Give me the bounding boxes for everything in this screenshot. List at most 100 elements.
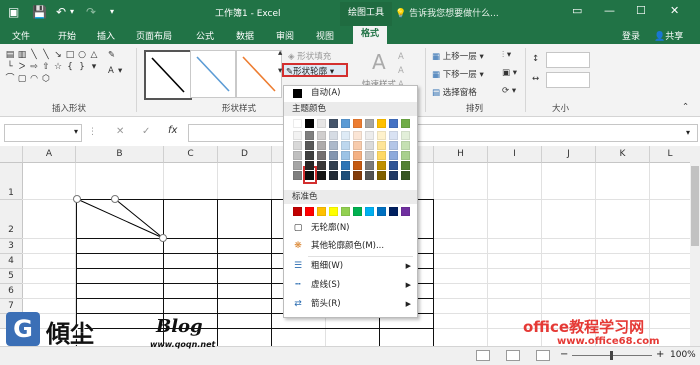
shape-star-icon[interactable]: ☆	[52, 61, 64, 73]
menu-item-dashes[interactable]: ┅ 虚线(S) ▶	[284, 277, 417, 294]
shape-style-black[interactable]	[144, 50, 192, 100]
menu-item-arrows[interactable]: ⇄ 箭头(R) ▶	[284, 296, 417, 313]
theme-color-swatch[interactable]	[353, 131, 362, 140]
theme-color-swatch[interactable]	[341, 131, 350, 140]
theme-color-swatch[interactable]	[365, 171, 374, 180]
menu-item-more-colors[interactable]: ❋ 其他轮廓颜色(M)...	[284, 238, 417, 255]
theme-color-swatch[interactable]	[389, 131, 398, 140]
standard-color-swatch[interactable]	[329, 207, 338, 216]
shape-right-arrow-icon[interactable]: ⇨	[28, 61, 40, 73]
theme-color-swatch[interactable]	[401, 119, 410, 128]
login-link[interactable]: 登录	[622, 29, 640, 42]
tab-view[interactable]: 视图	[316, 29, 334, 42]
shape-textbox-icon[interactable]: ▤	[4, 49, 16, 61]
theme-color-swatch[interactable]	[377, 151, 386, 160]
theme-color-swatch[interactable]	[329, 141, 338, 150]
customize-qat-icon[interactable]: ▾	[110, 4, 114, 20]
edit-shape-icon[interactable]: ✎	[108, 50, 115, 60]
name-box[interactable]: ▾	[4, 124, 82, 142]
theme-color-swatch[interactable]	[389, 141, 398, 150]
diagonal-line-2[interactable]	[114, 198, 164, 239]
theme-color-swatch[interactable]	[341, 141, 350, 150]
shape-up-arrow-icon[interactable]: ⇧	[40, 61, 52, 73]
shape-curve-icon[interactable]: ⌒	[4, 73, 16, 85]
insert-function-icon[interactable]: fx	[168, 125, 177, 136]
normal-view-icon[interactable]	[476, 350, 490, 361]
theme-color-swatch[interactable]	[377, 141, 386, 150]
shape-ellipse-icon[interactable]: ○	[76, 49, 88, 61]
standard-color-swatch[interactable]	[317, 207, 326, 216]
theme-color-swatch[interactable]	[305, 141, 314, 150]
minimize-icon[interactable]: —	[604, 4, 615, 17]
shape-rounded-rect-icon[interactable]: ▢	[16, 73, 28, 85]
theme-color-swatch[interactable]	[377, 171, 386, 180]
shape-zigzag-icon[interactable]: ᐳ	[16, 61, 28, 73]
tab-home[interactable]: 开始	[58, 29, 76, 42]
shape-handle[interactable]	[159, 234, 167, 242]
style-scroll-up-icon[interactable]: ▴	[278, 48, 282, 58]
diagonal-line-1[interactable]	[76, 198, 164, 239]
rotate-icon[interactable]: ⟳ ▾	[502, 86, 516, 96]
theme-color-swatch[interactable]	[389, 171, 398, 180]
theme-color-swatch[interactable]	[329, 131, 338, 140]
shape-handle[interactable]	[111, 195, 119, 203]
wordart-a-icon[interactable]: A	[372, 50, 386, 74]
standard-color-swatch[interactable]	[353, 207, 362, 216]
theme-color-swatch[interactable]	[317, 171, 326, 180]
tab-formulas[interactable]: 公式	[196, 29, 214, 42]
theme-color-swatch[interactable]	[401, 151, 410, 160]
tab-review[interactable]: 审阅	[276, 29, 294, 42]
undo-icon[interactable]: ↶	[56, 4, 66, 20]
theme-color-swatch[interactable]	[305, 161, 314, 170]
shape-arrow-icon[interactable]: ↘	[52, 49, 64, 61]
theme-color-swatch[interactable]	[329, 171, 338, 180]
theme-color-swatch[interactable]	[389, 119, 398, 128]
tab-format[interactable]: 格式	[353, 26, 387, 44]
standard-color-swatch[interactable]	[305, 207, 314, 216]
shape-handle[interactable]	[73, 195, 81, 203]
theme-color-swatch[interactable]	[317, 161, 326, 170]
close-icon[interactable]: ✕	[670, 4, 679, 17]
shape-more-icon[interactable]: ▾	[88, 61, 100, 73]
theme-color-swatch[interactable]	[401, 161, 410, 170]
shape-style-orange[interactable]	[236, 50, 282, 98]
theme-color-swatch[interactable]	[305, 151, 314, 160]
bring-forward-button[interactable]: ▦ 上移一层 ▾	[432, 50, 484, 62]
collapse-ribbon-icon[interactable]: ⌃	[682, 102, 689, 112]
shape-hexagon-icon[interactable]: ⬡	[40, 73, 52, 85]
standard-color-swatch[interactable]	[389, 207, 398, 216]
theme-color-swatch[interactable]	[353, 171, 362, 180]
theme-color-swatch[interactable]	[293, 119, 302, 128]
theme-color-swatch[interactable]	[293, 161, 302, 170]
name-box-dropdown-icon[interactable]: ▾	[74, 127, 78, 136]
theme-color-swatch[interactable]	[329, 161, 338, 170]
theme-color-swatch[interactable]	[293, 171, 302, 180]
tab-page-layout[interactable]: 页面布局	[136, 29, 172, 42]
tab-data[interactable]: 数据	[236, 29, 254, 42]
shape-callout-icon[interactable]: ◠	[28, 73, 40, 85]
standard-color-swatch[interactable]	[401, 207, 410, 216]
theme-color-swatch[interactable]	[293, 141, 302, 150]
page-layout-view-icon[interactable]	[506, 350, 520, 361]
theme-color-swatch[interactable]	[329, 119, 338, 128]
theme-color-swatch[interactable]	[401, 131, 410, 140]
maximize-icon[interactable]: ☐	[636, 4, 646, 17]
theme-color-swatch[interactable]	[341, 171, 350, 180]
tab-insert[interactable]: 插入	[97, 29, 115, 42]
theme-color-swatch[interactable]	[317, 151, 326, 160]
shape-triangle-icon[interactable]: △	[88, 49, 100, 61]
theme-color-swatch[interactable]	[293, 131, 302, 140]
formula-input[interactable]	[188, 124, 698, 142]
shape-brace2-icon[interactable]: }	[76, 61, 88, 73]
theme-color-swatch[interactable]	[365, 151, 374, 160]
insert-shapes-gallery[interactable]: ▤ ▥ ╲ ╲ ↘ □ ○ △ └ ᐳ ⇨ ⇧ ☆ { } ▾ ⌒ ▢ ◠ ⬡	[4, 49, 104, 85]
textbox-icon[interactable]: A	[108, 66, 114, 76]
theme-color-swatch[interactable]	[305, 119, 314, 128]
theme-color-swatch[interactable]	[389, 151, 398, 160]
text-outline-icon[interactable]: A	[398, 66, 404, 76]
shape-width-input[interactable]	[546, 72, 590, 88]
theme-color-swatch[interactable]	[377, 131, 386, 140]
standard-color-swatch[interactable]	[341, 207, 350, 216]
theme-color-swatch[interactable]	[401, 141, 410, 150]
share-button[interactable]: 👤共享	[654, 29, 683, 42]
